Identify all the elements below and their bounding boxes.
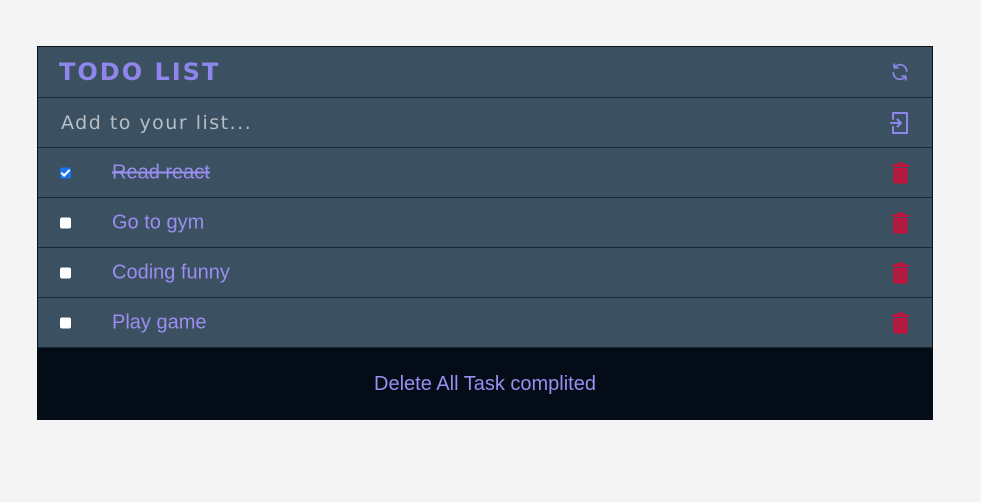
refresh-button[interactable] (888, 60, 912, 84)
task-item: Read react (38, 148, 932, 198)
delete-task-button[interactable] (892, 312, 909, 333)
task-label[interactable]: Play game (112, 311, 207, 334)
task-label[interactable]: Go to gym (112, 211, 204, 234)
trash-icon (892, 162, 909, 183)
delete-task-button[interactable] (892, 162, 909, 183)
task-item: Go to gym (38, 198, 932, 248)
trash-icon (892, 312, 909, 333)
task-item: Coding funny (38, 248, 932, 298)
trash-icon (892, 262, 909, 283)
todo-card: TODO LIST Read react (37, 46, 933, 420)
task-label[interactable]: Coding funny (112, 261, 230, 284)
add-task-row (38, 98, 932, 148)
task-item: Play game (38, 298, 932, 348)
delete-task-button[interactable] (892, 262, 909, 283)
todo-header: TODO LIST (38, 47, 932, 98)
delete-completed-button[interactable]: Delete All Task complited (37, 348, 933, 420)
task-checkbox[interactable] (60, 267, 71, 278)
refresh-icon (892, 63, 908, 81)
task-checkbox[interactable] (60, 217, 71, 228)
todo-title: TODO LIST (59, 58, 221, 86)
task-checkbox[interactable] (60, 167, 71, 178)
add-task-button[interactable] (888, 111, 912, 135)
delete-completed-label: Delete All Task complited (374, 372, 596, 395)
add-task-input[interactable] (59, 110, 863, 135)
task-list: Read react Go to gym Coding funny Play g… (38, 148, 932, 348)
sign-in-icon (890, 111, 908, 134)
task-label[interactable]: Read react (112, 161, 210, 184)
trash-icon (892, 212, 909, 233)
delete-task-button[interactable] (892, 212, 909, 233)
task-checkbox[interactable] (60, 317, 71, 328)
